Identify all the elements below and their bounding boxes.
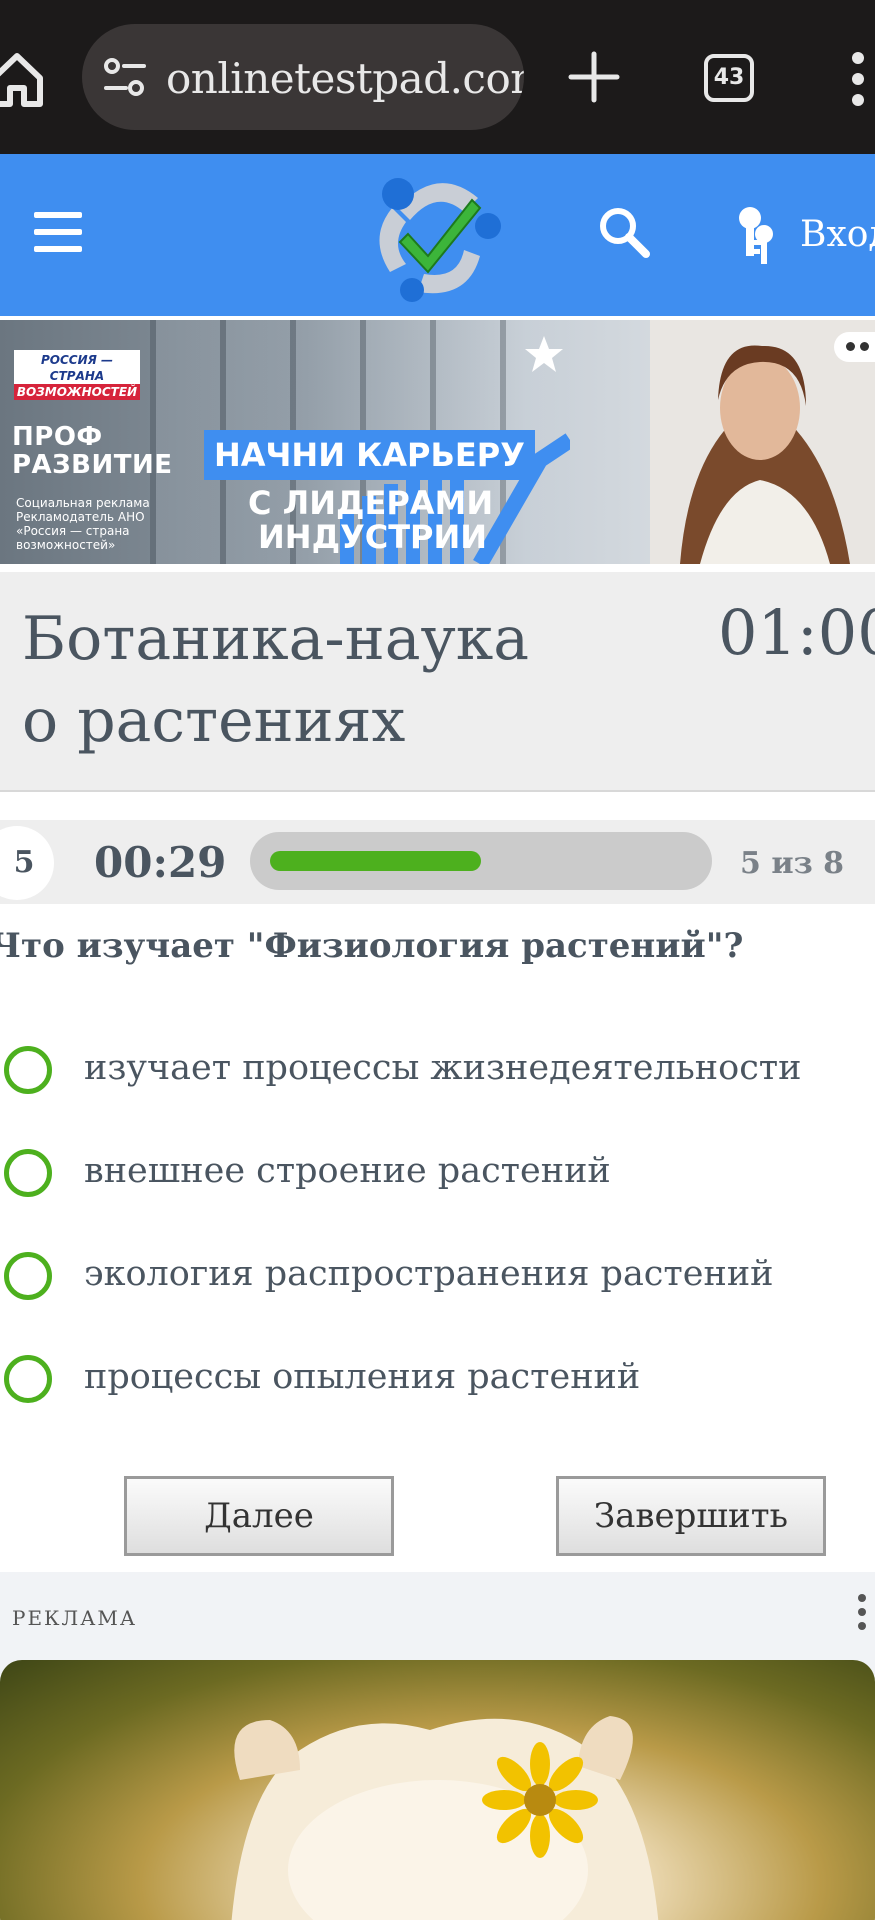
radio-button[interactable]	[4, 1355, 52, 1403]
radio-button[interactable]	[4, 1046, 52, 1094]
answer-option[interactable]: процессы опыления растений	[0, 1339, 875, 1419]
brand-line-1: ПРОФ	[12, 422, 103, 452]
star-icon	[525, 336, 563, 372]
test-header: Ботаника-наука о растениях 01:00	[0, 572, 875, 792]
test-total-timer: 01:00	[718, 596, 875, 669]
address-bar[interactable]: onlinetestpad.com	[82, 24, 524, 130]
bottom-ad: РЕКЛАМА	[0, 1572, 875, 1920]
search-icon[interactable]	[596, 204, 650, 258]
site-header: Вход	[0, 154, 875, 316]
banner-legal-text: Социальная реклама Рекламодатель АНО «Ро…	[16, 496, 150, 552]
brand-line-2: РАЗВИТИЕ	[12, 450, 173, 480]
browser-menu-icon[interactable]	[846, 52, 870, 114]
menu-icon[interactable]	[34, 212, 82, 252]
site-logo[interactable]	[368, 168, 506, 306]
home-icon[interactable]	[0, 48, 48, 110]
banner-headline: НАЧНИ КАРЬЕРУ	[204, 430, 535, 480]
test-title: Ботаника-наука о растениях	[22, 604, 530, 756]
site-settings-icon[interactable]	[102, 54, 148, 100]
tab-switcher-button[interactable]: 43	[704, 54, 754, 102]
answer-label[interactable]: внешнее строение растений	[84, 1151, 611, 1191]
radio-button[interactable]	[4, 1252, 52, 1300]
login-link[interactable]: Вход	[800, 214, 875, 255]
puppy-with-flower-illustration	[231, 1716, 659, 1920]
banner-subline-2: ИНДУСТРИИ	[258, 518, 488, 556]
banner-subline-1: С ЛИДЕРАМИ	[248, 484, 494, 522]
question-count: 5 из 8	[740, 846, 845, 881]
answer-option[interactable]: изучает процессы жизнедеятельности	[0, 1030, 875, 1110]
answer-option[interactable]: внешнее строение растений	[0, 1133, 875, 1213]
badge-line-1: РОССИЯ —	[14, 350, 140, 368]
answer-label[interactable]: экология распространения растений	[84, 1254, 773, 1294]
ad-options-button[interactable]	[834, 332, 875, 362]
question-timer: 00:29	[94, 838, 227, 887]
badge-line-2: СТРАНА	[14, 368, 140, 384]
ad-image[interactable]	[0, 1660, 875, 1920]
badge-line-3: ВОЗМОЖНОСТЕЙ	[14, 384, 140, 400]
question-number-badge: 5	[0, 826, 54, 900]
ad-label: РЕКЛАМА	[12, 1606, 137, 1630]
answer-option[interactable]: экология распространения растений	[0, 1236, 875, 1316]
url-text: onlinetestpad.com	[166, 54, 524, 103]
ad-menu-icon[interactable]	[858, 1594, 870, 1640]
answer-label[interactable]: процессы опыления растений	[84, 1357, 640, 1397]
browser-toolbar: onlinetestpad.com 43	[0, 0, 875, 154]
next-button[interactable]: Далее	[124, 1476, 394, 1556]
keys-icon[interactable]	[732, 204, 778, 266]
banner-russia-badge: РОССИЯ — СТРАНА ВОЗМОЖНОСТЕЙ	[14, 350, 140, 402]
progress-bar-fill	[270, 851, 481, 871]
progress-row: 5 00:29 5 из 8	[0, 820, 875, 904]
radio-button[interactable]	[4, 1149, 52, 1197]
finish-button[interactable]: Завершить	[556, 1476, 826, 1556]
new-tab-icon[interactable]	[567, 50, 621, 104]
banner-ad[interactable]: РОССИЯ — СТРАНА ВОЗМОЖНОСТЕЙ ПРОФ РАЗВИТ…	[0, 320, 875, 564]
progress-bar	[250, 832, 712, 890]
question-text: Что изучает "Физиология растений"?	[0, 926, 744, 966]
answer-label[interactable]: изучает процессы жизнедеятельности	[84, 1048, 801, 1088]
